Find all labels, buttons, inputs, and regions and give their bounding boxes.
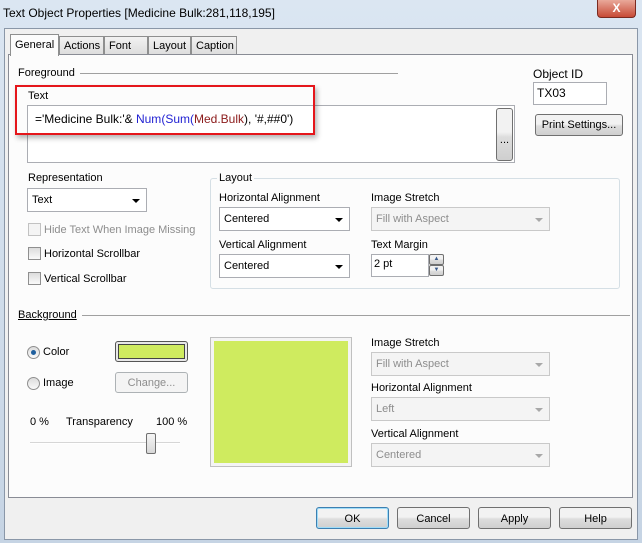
- spin-up-button[interactable]: ▲: [429, 254, 444, 265]
- chevron-down-icon: [535, 218, 543, 222]
- transparency-slider-thumb[interactable]: [146, 433, 156, 454]
- image-stretch-label: Image Stretch: [371, 192, 440, 204]
- color-swatch: [118, 344, 185, 359]
- transparency-max-label: 100 %: [156, 416, 188, 428]
- chevron-down-icon: [335, 265, 343, 269]
- hide-text-label: Hide Text When Image Missing: [44, 224, 196, 236]
- text-margin-input[interactable]: 2 pt: [371, 254, 429, 277]
- color-radio[interactable]: [27, 346, 40, 359]
- ok-button[interactable]: OK: [316, 507, 389, 529]
- representation-value: Text: [32, 194, 53, 206]
- bg-image-stretch-select[interactable]: Fill with Aspect: [371, 352, 550, 376]
- image-stretch-value: Fill with Aspect: [376, 213, 449, 225]
- vertical-scrollbar-checkbox[interactable]: [28, 272, 41, 285]
- horizontal-scrollbar-checkbox[interactable]: [28, 247, 41, 260]
- horizontal-alignment-select[interactable]: Centered: [219, 207, 350, 231]
- object-id-input[interactable]: TX03: [533, 82, 607, 105]
- chevron-down-icon: [535, 454, 543, 458]
- image-radio-label: Image: [43, 377, 74, 389]
- tab-caption[interactable]: Caption: [191, 36, 237, 55]
- object-id-label: Object ID: [533, 67, 584, 81]
- transparency-label: Transparency: [66, 416, 133, 428]
- color-radio-label: Color: [43, 346, 70, 358]
- hide-text-checkbox[interactable]: [28, 223, 41, 236]
- background-label: Background: [18, 309, 77, 321]
- background-preview: [210, 337, 352, 467]
- foreground-divider: [80, 73, 398, 74]
- foreground-label: Foreground: [18, 67, 75, 79]
- print-settings-button[interactable]: Print Settings...: [535, 114, 623, 136]
- tab-font[interactable]: Font: [104, 36, 148, 55]
- layout-group-label: Layout: [217, 172, 255, 184]
- spin-down-button[interactable]: ▼: [429, 265, 444, 276]
- image-stretch-select[interactable]: Fill with Aspect: [371, 207, 550, 231]
- vertical-alignment-value: Centered: [224, 260, 270, 272]
- tab-layout[interactable]: Layout: [148, 36, 191, 55]
- horizontal-scrollbar-label: Horizontal Scrollbar: [44, 248, 140, 260]
- expression-edit-button[interactable]: ...: [496, 108, 513, 161]
- horizontal-alignment-label: Horizontal Alignment: [219, 192, 320, 204]
- cancel-button[interactable]: Cancel: [397, 507, 470, 529]
- representation-select[interactable]: Text: [27, 188, 147, 212]
- bg-horizontal-alignment-label: Horizontal Alignment: [371, 382, 472, 394]
- transparency-min-label: 0 %: [30, 416, 49, 428]
- apply-button[interactable]: Apply: [478, 507, 551, 529]
- text-margin-label: Text Margin: [371, 239, 428, 251]
- bg-image-stretch-value: Fill with Aspect: [376, 358, 449, 370]
- bg-vertical-alignment-label: Vertical Alignment: [371, 428, 459, 440]
- chevron-down-icon: [132, 199, 140, 203]
- background-divider: [82, 315, 630, 316]
- highlight-box: [15, 85, 315, 135]
- bg-image-stretch-label: Image Stretch: [371, 337, 440, 349]
- window-title: Text Object Properties [Medicine Bulk:28…: [3, 6, 275, 20]
- bg-vertical-alignment-select[interactable]: Centered: [371, 443, 550, 467]
- change-image-button[interactable]: Change...: [115, 372, 188, 393]
- representation-label: Representation: [28, 172, 103, 184]
- vertical-alignment-select[interactable]: Centered: [219, 254, 350, 278]
- image-radio[interactable]: [27, 377, 40, 390]
- bg-vertical-alignment-value: Centered: [376, 449, 422, 461]
- tab-actions[interactable]: Actions: [59, 36, 104, 55]
- bg-horizontal-alignment-select[interactable]: Left: [371, 397, 550, 421]
- tab-general[interactable]: General: [10, 34, 59, 56]
- preview-fill: [214, 341, 348, 463]
- help-button[interactable]: Help: [559, 507, 632, 529]
- chevron-down-icon: [535, 408, 543, 412]
- close-button[interactable]: X: [597, 0, 636, 18]
- chevron-down-icon: [335, 218, 343, 222]
- horizontal-alignment-value: Centered: [224, 213, 270, 225]
- vertical-alignment-label: Vertical Alignment: [219, 239, 307, 251]
- color-swatch-button[interactable]: [115, 341, 188, 362]
- transparency-slider-track[interactable]: [30, 442, 180, 444]
- vertical-scrollbar-label: Vertical Scrollbar: [44, 273, 127, 285]
- chevron-down-icon: [535, 363, 543, 367]
- bg-horizontal-alignment-value: Left: [376, 403, 395, 415]
